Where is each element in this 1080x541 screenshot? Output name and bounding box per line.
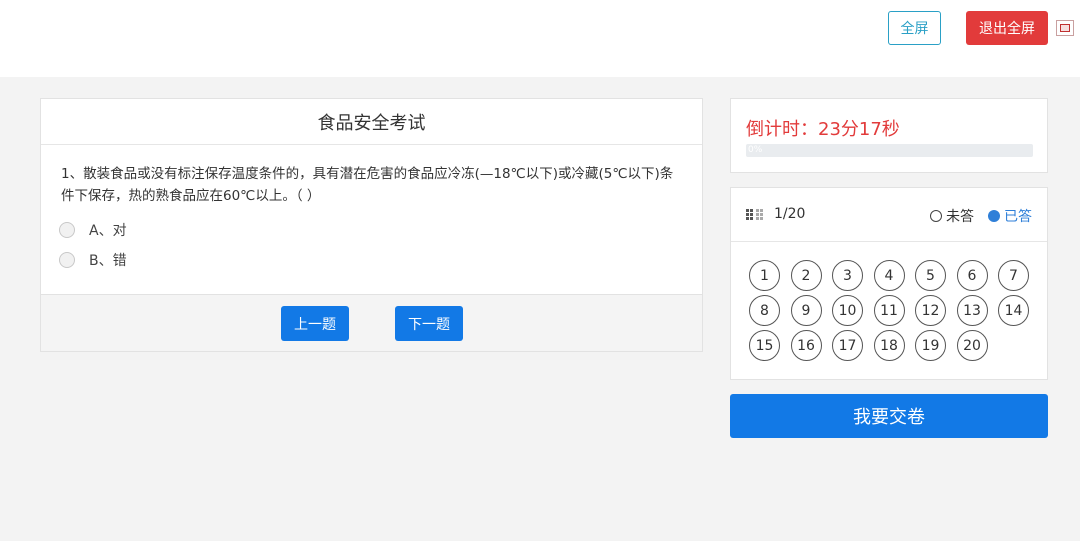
question-footer: 上一题 下一题 [41,294,702,351]
legend-answered: 已答 [1004,209,1032,225]
question-panel: 食品安全考试 1、散装食品或没有标注保存温度条件的，具有潜在危害的食品应冷冻(—… [40,98,703,352]
option-a[interactable]: A、对 [59,215,684,245]
options-list: A、对 B、错 [41,207,702,275]
option-label: B、错 [89,253,127,269]
question-number-17[interactable]: 17 [832,330,863,361]
question-number-4[interactable]: 4 [873,260,905,291]
answer-progress: 1/20 [774,206,806,222]
fullscreen-button[interactable]: 全屏 [888,11,941,45]
next-question-button[interactable]: 下一题 [395,306,463,341]
option-b[interactable]: B、错 [59,245,684,275]
question-number-14[interactable]: 14 [998,295,1029,326]
timer-panel: 倒计时：23分17秒 0% [730,98,1048,173]
question-number-13[interactable]: 13 [956,295,988,326]
submit-exam-button[interactable]: 我要交卷 [730,394,1048,438]
question-number-grid: 1 2 3 4 5 6 7 8 9 10 11 12 13 14 15 16 17 18 19 20 [749,260,1039,365]
question-number-5[interactable]: 5 [915,260,946,291]
question-number-12[interactable]: 12 [915,295,946,326]
question-number-8[interactable]: 8 [749,295,780,326]
question-number-2[interactable]: 2 [790,260,822,291]
question-number-19[interactable]: 19 [915,330,946,361]
question-number-3[interactable]: 3 [832,260,863,291]
countdown-text: 倒计时：23分17秒 [746,119,900,140]
answered-dot-icon [988,210,1000,222]
question-number-10[interactable]: 10 [832,295,863,326]
unanswered-circle-icon [930,210,942,222]
top-bar: 全屏 退出全屏 [0,0,1080,77]
question-number-16[interactable]: 16 [790,330,822,361]
prev-question-button[interactable]: 上一题 [281,306,349,341]
question-number-9[interactable]: 9 [790,295,822,326]
radio-button[interactable] [59,252,75,268]
question-number-11[interactable]: 11 [873,295,905,326]
window-icon[interactable] [1056,20,1074,36]
radio-button[interactable] [59,222,75,238]
timer-progress-bar: 0% [746,144,1033,157]
question-number-15[interactable]: 15 [749,330,780,361]
question-navigator: 1/20 未答 已答 1 2 3 4 5 6 7 8 9 10 11 12 13 14 15 16 17 18 19… [730,187,1048,380]
question-number-7[interactable]: 7 [998,260,1029,291]
legend: 未答 已答 [930,206,1032,226]
exit-fullscreen-button[interactable]: 退出全屏 [966,11,1048,45]
question-number-20[interactable]: 20 [956,330,988,361]
option-label: A、对 [89,223,127,239]
question-text: 1、散装食品或没有标注保存温度条件的，具有潜在危害的食品应冷冻(—18℃以下)或… [61,166,674,204]
navigator-header: 1/20 未答 已答 [731,188,1047,242]
question-number-18[interactable]: 18 [873,330,905,361]
legend-unanswered: 未答 [946,209,974,225]
timer-percent: 0% [748,145,763,155]
question-number-6[interactable]: 6 [956,260,988,291]
grid-icon [746,209,763,220]
question-number-1[interactable]: 1 [749,260,780,291]
exam-title: 食品安全考试 [41,99,702,145]
